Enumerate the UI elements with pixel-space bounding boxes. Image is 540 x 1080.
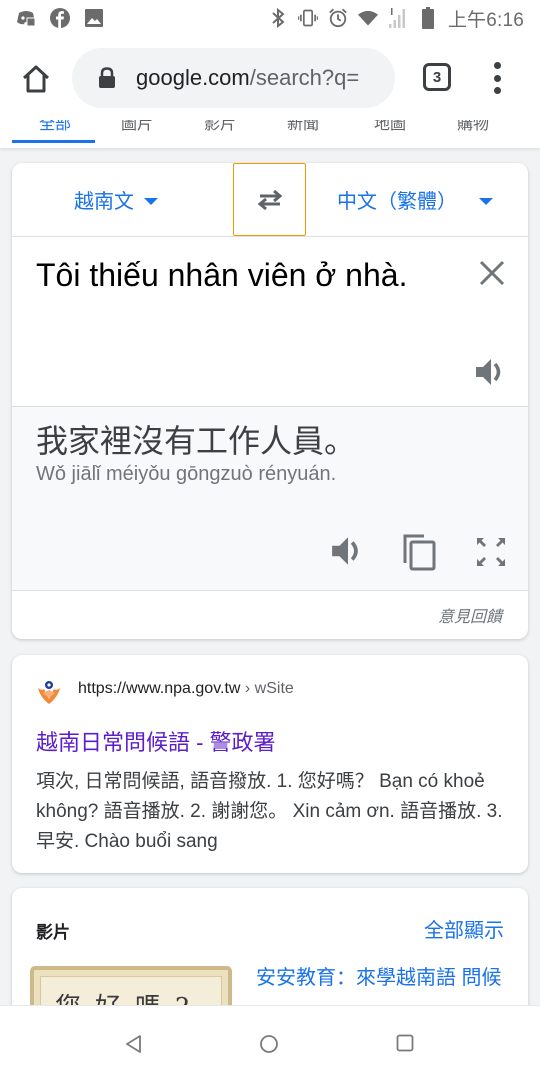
battery-icon (418, 7, 438, 29)
show-all-videos-link[interactable]: 全部顯示 (424, 914, 504, 943)
home-icon (22, 65, 50, 93)
site-favicon (36, 679, 62, 705)
discord-icon (16, 8, 36, 28)
lock-icon (99, 67, 115, 88)
signal-icon (388, 8, 408, 28)
close-icon (479, 260, 505, 286)
copy-icon (403, 534, 436, 571)
translation-listen-button[interactable] (330, 533, 366, 569)
square-recents-icon (396, 1034, 414, 1052)
browser-toolbar: google.com/search?q= 3 (0, 36, 540, 120)
source-language-label: 越南文 (74, 191, 134, 213)
address-bar[interactable]: google.com/search?q= (72, 48, 395, 108)
tab-count: 3 (432, 68, 442, 86)
target-language-label: 中文（繁體） (337, 191, 457, 213)
romanization-text: Wǒ jiālǐ méiyǒu gōngzuò rényuán. (36, 463, 337, 485)
overflow-menu-button[interactable] (491, 62, 503, 94)
back-icon (126, 1035, 141, 1053)
police-emblem-icon (38, 681, 60, 704)
source-language-dropdown[interactable]: 越南文 (74, 185, 158, 214)
target-language-dropdown[interactable]: 中文（繁體） (337, 185, 493, 214)
video-title-link[interactable]: 安安教育：來學越南語 問候 (256, 964, 506, 992)
language-selector-row: 越南文 中文（繁體） (12, 163, 528, 237)
chevron-down-icon (144, 197, 158, 205)
swap-icon (257, 189, 282, 210)
system-nav-bar (0, 1005, 540, 1080)
clear-text-button[interactable] (478, 259, 506, 287)
result-snippet: 項次, 日常問候語, 語音撥放. 1. 您好嗎？ Bạn có khoẻ khô… (36, 771, 503, 852)
back-button[interactable] (124, 1034, 144, 1054)
recents-button[interactable] (396, 1034, 414, 1052)
translated-text: 我家裡沒有工作人員。 (36, 423, 357, 459)
speaker-icon (476, 359, 501, 385)
translate-card: 越南文 中文（繁體） Tôi thiếu nhân viên ở nhà. 我家… (12, 163, 528, 639)
active-tab-indicator (12, 140, 95, 143)
result-url-host: https://www.npa.gov.tw (78, 680, 241, 697)
translation-area: 我家裡沒有工作人員。 Wǒ jiālǐ méiyǒu gōngzuò rényu… (12, 407, 528, 591)
menu-dot (493, 62, 501, 69)
feedback-link[interactable]: 意見回饋 (438, 603, 502, 627)
clock: 上午6:16 (447, 9, 524, 31)
source-text-area[interactable]: Tôi thiếu nhân viên ở nhà. (12, 237, 528, 407)
source-listen-button[interactable] (474, 355, 508, 389)
copy-translation-button[interactable] (402, 533, 438, 571)
speaker-icon (332, 537, 358, 565)
result-title-link[interactable]: 越南日常問候語 - 警政署 (36, 725, 276, 757)
menu-dot (493, 87, 501, 94)
source-text[interactable]: Tôi thiếu nhân viên ở nhà. (36, 253, 436, 297)
circle-home-icon (260, 1035, 278, 1053)
swap-languages-button[interactable] (233, 163, 306, 236)
chevron-down-icon (479, 197, 493, 205)
bluetooth-icon (268, 8, 288, 28)
menu-dot (493, 74, 501, 82)
videos-heading: 影片 (36, 923, 70, 942)
result-breadcrumb: › wSite (244, 680, 294, 697)
url-host: google.com (136, 65, 250, 90)
status-bar: 上午6:16 (0, 0, 540, 36)
gallery-icon (84, 8, 104, 28)
fullscreen-button[interactable] (474, 535, 508, 569)
url-path: /search?q= (249, 65, 360, 90)
result-url[interactable]: https://www.npa.gov.tw › wSite (78, 680, 294, 698)
wifi-icon (357, 8, 378, 28)
home-button[interactable] (20, 63, 52, 95)
alarm-icon (328, 8, 348, 28)
tab-switcher-button[interactable]: 3 (423, 63, 451, 91)
expand-icon (477, 538, 505, 566)
facebook-icon (50, 8, 70, 28)
search-result-card: https://www.npa.gov.tw › wSite 越南日常問候語 -… (12, 655, 528, 873)
home-nav-button[interactable] (259, 1034, 279, 1054)
vibrate-icon (297, 8, 318, 28)
